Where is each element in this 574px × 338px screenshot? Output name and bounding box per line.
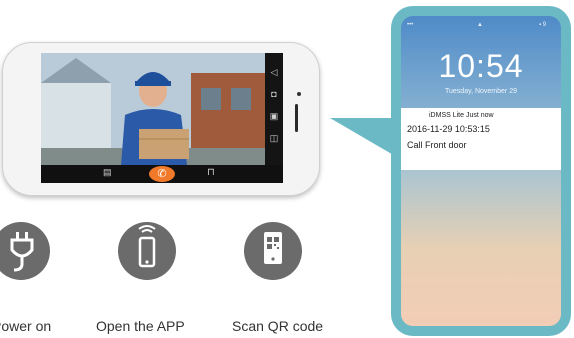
notification-card[interactable]: iDMSS Lite Just now 2016-11-29 10:53:15 … <box>401 108 561 170</box>
lock-screen: ••• ▲ ▪ 9 10:54 Tuesday, November 29 iDM… <box>401 16 561 326</box>
power-on-step <box>0 222 50 280</box>
smartphone-wifi-icon <box>138 225 156 268</box>
record-icon[interactable]: ▣ <box>265 109 283 123</box>
open-app-step <box>118 222 176 280</box>
scan-qr-label: Scan QR code <box>232 318 324 334</box>
qr-phone-icon <box>264 232 282 264</box>
side-button <box>295 104 298 132</box>
notification-message: Call Front door <box>407 140 467 150</box>
portrait-phone: ••• ▲ ▪ 9 10:54 Tuesday, November 29 iDM… <box>391 6 571 336</box>
notification-timestamp: 2016-11-29 10:53:15 <box>407 124 490 134</box>
lock-screen-date: Tuesday, November 29 <box>445 88 517 95</box>
notification-app: iDMSS Lite Just now <box>429 112 494 119</box>
gallery-icon[interactable]: ◫ <box>265 131 283 145</box>
lock-screen-time: 10:54 <box>438 48 524 84</box>
doorbell-video-feed <box>41 53 265 165</box>
camera-icon[interactable]: ◘ <box>265 87 283 101</box>
power-on-label: Power on <box>0 318 52 334</box>
lock-icon[interactable]: ⊓ <box>207 167 215 178</box>
scan-qr-step <box>244 222 302 280</box>
playback-icon[interactable]: ▤ <box>103 167 112 178</box>
plug-icon <box>10 232 34 272</box>
status-wifi: ▲ <box>477 22 483 28</box>
status-signal: ••• <box>407 22 414 28</box>
call-control-bar: ▤ ✆ ⊓ <box>41 165 283 183</box>
status-battery: ▪ 9 <box>539 22 547 28</box>
page-dots <box>471 316 491 319</box>
landscape-phone: ◁ ◘ ▣ ◫ ▤ ✆ ⊓ <box>2 42 320 196</box>
open-app-label: Open the APP <box>96 318 185 334</box>
phone-screen: ◁ ◘ ▣ ◫ ▤ ✆ ⊓ <box>41 53 283 183</box>
answer-call-button[interactable]: ✆ <box>149 166 175 182</box>
video-controls-sidebar: ◁ ◘ ▣ ◫ <box>265 53 283 165</box>
speaker-icon[interactable]: ◁ <box>265 65 283 79</box>
phone-handset-icon: ✆ <box>157 168 167 180</box>
